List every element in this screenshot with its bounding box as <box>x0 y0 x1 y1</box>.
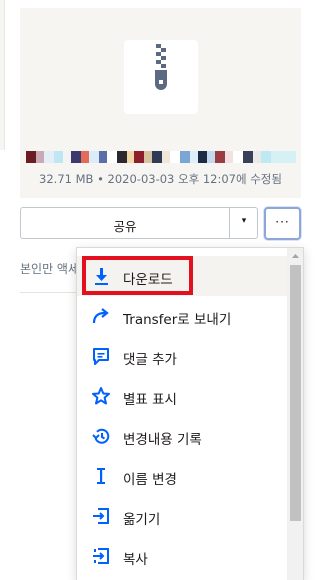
left-panel-edge <box>0 0 5 150</box>
menu-item-move[interactable]: 옮기기 <box>77 496 287 536</box>
file-preview: 32.71 MB • 2020-03-03 오후 12:07에 수정됨 <box>20 8 301 198</box>
file-name-redacted <box>26 151 297 163</box>
move-icon <box>93 508 109 524</box>
highlight-annotation <box>82 256 193 295</box>
menu-item-copy[interactable]: 복사 <box>77 536 287 576</box>
menu-item-label: 변경내용 기록 <box>123 432 202 448</box>
menu-item-label: Transfer로 보내기 <box>123 312 232 328</box>
comment-icon <box>93 348 109 365</box>
menu-item-star[interactable]: 별표 표시 <box>77 376 287 416</box>
divider <box>20 292 78 293</box>
rename-cursor-icon <box>97 468 105 484</box>
star-icon <box>92 387 110 405</box>
menu-item-label: 이름 변경 <box>123 472 177 488</box>
history-icon <box>92 428 110 444</box>
menu-item-transfer[interactable]: Transfer로 보내기 <box>77 296 287 336</box>
transfer-arrow-icon <box>92 308 109 324</box>
share-options-caret[interactable]: ▾ <box>230 216 258 226</box>
menu-scrollbar[interactable] <box>287 248 304 580</box>
file-metadata: 32.71 MB • 2020-03-03 오후 12:07에 수정됨 <box>39 172 282 186</box>
scroll-up-arrow-icon[interactable] <box>287 248 304 265</box>
more-dots-icon: ··· <box>275 215 290 229</box>
file-thumbnail <box>124 40 198 114</box>
more-actions-menu: 다운로드 Transfer로 보내기 댓글 추가 별표 표시 변경내용 기록 이… <box>76 247 304 580</box>
share-button-group: 공유 ▾ <box>20 207 258 239</box>
zip-file-icon <box>155 44 167 90</box>
more-actions-button[interactable]: ··· <box>264 207 301 240</box>
menu-item-label: 댓글 추가 <box>123 352 177 368</box>
menu-item-rename[interactable]: 이름 변경 <box>77 456 287 496</box>
menu-item-label: 복사 <box>123 552 148 568</box>
copy-icon <box>93 548 109 564</box>
menu-item-label: 별표 표시 <box>123 392 177 408</box>
menu-item-label: 옮기기 <box>123 512 161 528</box>
scrollbar-thumb[interactable] <box>290 265 301 521</box>
menu-item-add-comment[interactable]: 댓글 추가 <box>77 336 287 376</box>
menu-item-version-history[interactable]: 변경내용 기록 <box>77 416 287 456</box>
share-button[interactable]: 공유 <box>21 216 229 235</box>
